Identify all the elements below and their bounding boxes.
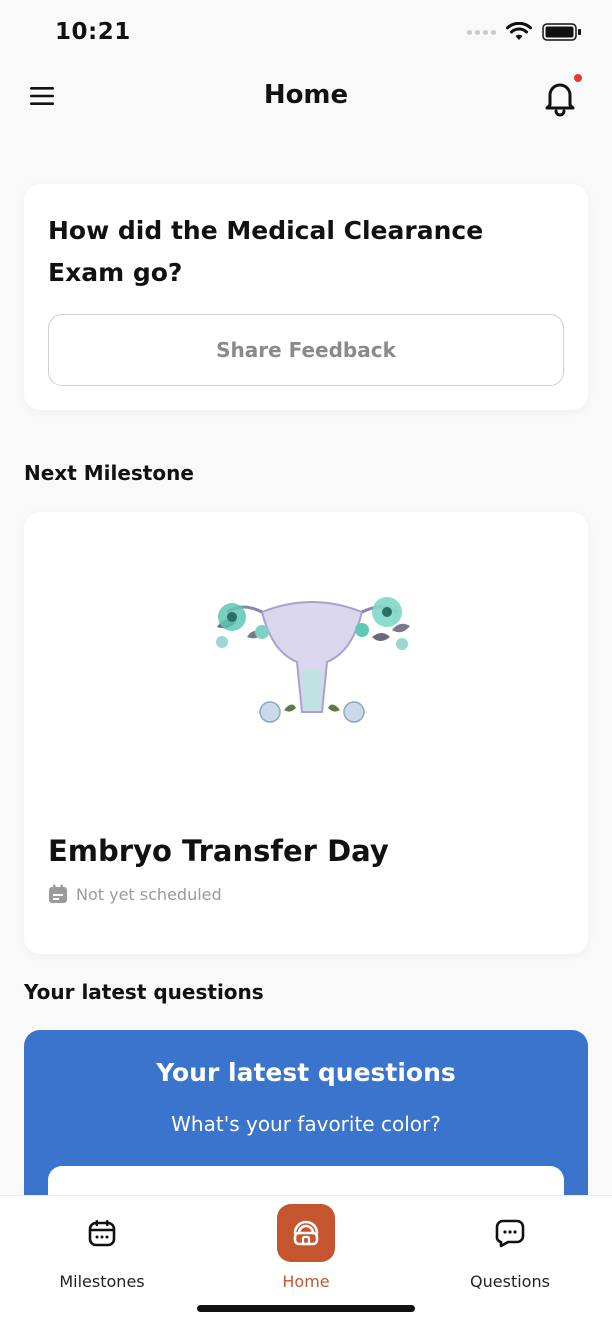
status-icons bbox=[467, 22, 582, 42]
tab-label-questions: Questions bbox=[470, 1272, 550, 1291]
battery-icon bbox=[542, 23, 581, 41]
chat-icon bbox=[495, 1219, 525, 1248]
latest-questions-heading: Your latest questions bbox=[24, 980, 264, 1004]
header: Home bbox=[0, 66, 612, 128]
notifications-button[interactable] bbox=[542, 74, 582, 117]
milestone-name: Embryo Transfer Day bbox=[48, 834, 389, 868]
home-icon bbox=[293, 1220, 319, 1246]
question-text: What's your favorite color? bbox=[171, 1112, 441, 1136]
wifi-icon bbox=[506, 22, 532, 40]
milestone-card[interactable]: Embryo Transfer Day Not yet scheduled bbox=[24, 512, 588, 954]
tab-milestones[interactable]: Milestones bbox=[0, 1196, 204, 1306]
calendar-icon bbox=[88, 1220, 116, 1247]
tab-questions[interactable]: Questions bbox=[408, 1196, 612, 1306]
tab-label-milestones: Milestones bbox=[59, 1272, 145, 1291]
schedule-status: Not yet scheduled bbox=[76, 884, 222, 904]
uterus-illustration bbox=[216, 597, 410, 723]
share-feedback-button[interactable]: Share Feedback bbox=[48, 314, 564, 386]
status-time: 10:21 bbox=[55, 19, 131, 45]
bell-icon bbox=[545, 83, 575, 117]
home-indicator bbox=[197, 1305, 415, 1312]
feedback-card: How did the Medical Clearance Exam go? S… bbox=[24, 184, 588, 410]
feedback-question: How did the Medical Clearance Exam go? bbox=[48, 216, 484, 287]
notification-badge bbox=[574, 74, 582, 82]
tab-label-home: Home bbox=[282, 1272, 330, 1291]
page-title: Home bbox=[263, 80, 349, 110]
home-tab-highlight bbox=[277, 1204, 335, 1262]
tab-home[interactable]: Home bbox=[204, 1196, 408, 1306]
signal-icon bbox=[467, 29, 496, 35]
next-milestone-heading: Next Milestone bbox=[24, 461, 194, 485]
questions-card-title: Your latest questions bbox=[156, 1058, 456, 1087]
calendar-icon bbox=[49, 884, 67, 903]
status-bar: 10:21 bbox=[0, 0, 612, 66]
schedule-row: Not yet scheduled bbox=[48, 884, 222, 904]
